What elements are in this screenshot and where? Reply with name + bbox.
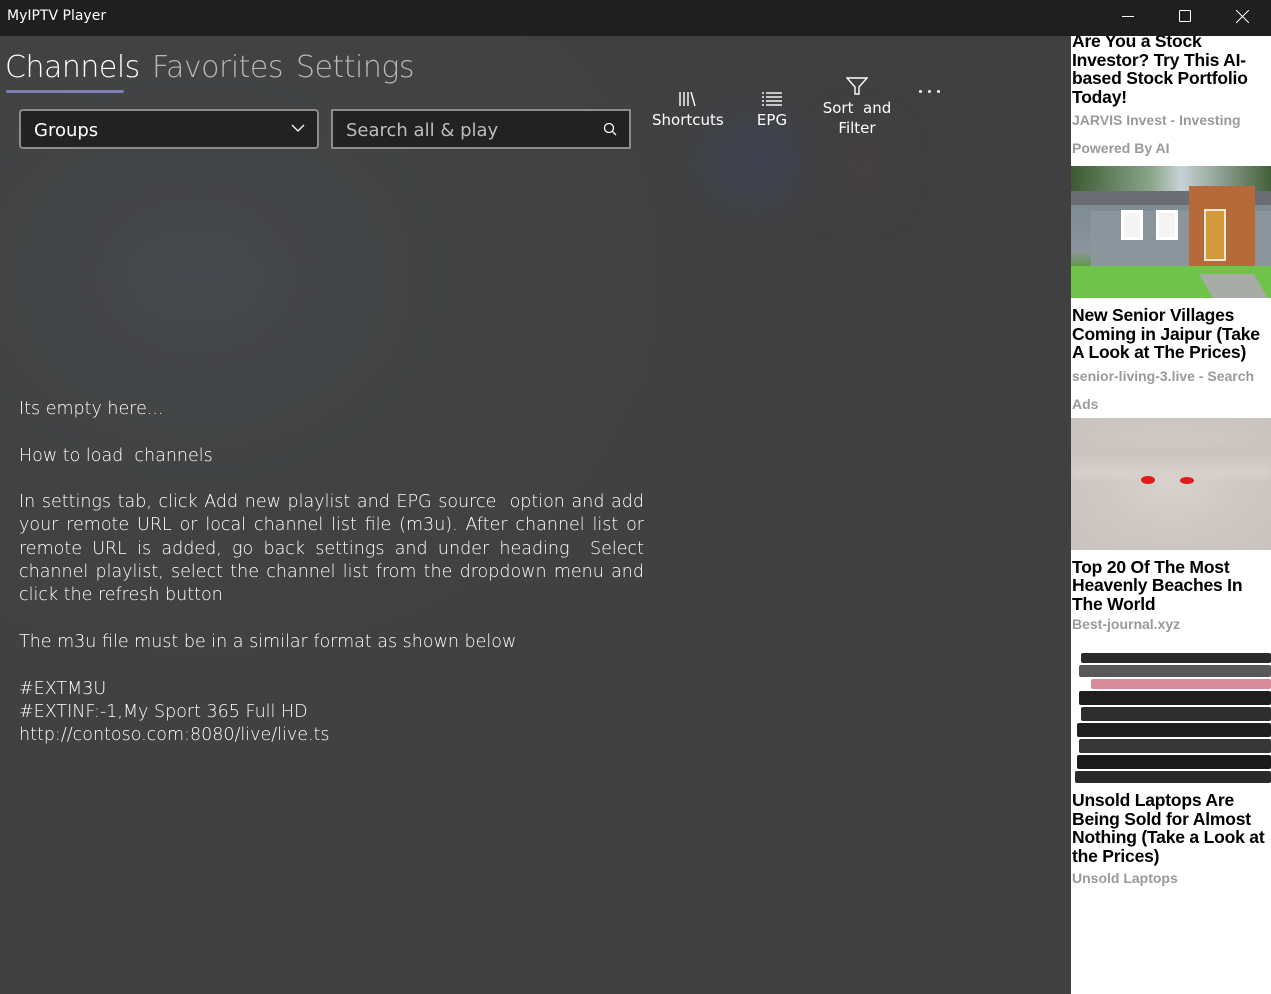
m3u-example: #EXTM3U #EXTINF:-1,My Sport 365 Full HD … (19, 678, 644, 748)
sort-filter-label-line1: Sort and (822, 99, 892, 117)
more-button[interactable] (912, 84, 946, 98)
epg-button[interactable]: EPG (744, 90, 800, 130)
filter-icon (846, 77, 868, 95)
window-title: MyIPTV Player (7, 8, 107, 24)
sort-filter-label-line2: Filter (838, 119, 876, 137)
ad-title: Are You a Stock Investor? Try This AI-ba… (1072, 36, 1248, 107)
minimize-button[interactable] (1100, 0, 1156, 32)
list-icon (762, 92, 782, 106)
how-to-heading: How to load channels (19, 445, 213, 466)
tab-favorites[interactable]: Favorites (152, 50, 284, 85)
shortcuts-label: Shortcuts (652, 111, 724, 129)
library-icon (679, 91, 696, 107)
format-note: The m3u file must be in a similar format… (19, 631, 517, 652)
ad-panel: Are You a Stock Investor? Try This AI-ba… (1071, 36, 1271, 994)
close-icon (1235, 9, 1249, 23)
maximize-button[interactable] (1157, 0, 1213, 32)
more-icon-dot (918, 89, 922, 93)
m3u-example-line: #EXTINF:-1,My Sport 365 Full HD (19, 701, 308, 722)
sort-filter-button[interactable]: Sort and Filter (820, 76, 894, 138)
ad-source: senior-living-3.live - Search Ads (1072, 367, 1255, 412)
active-tab-indicator (6, 90, 124, 93)
search-box[interactable] (331, 109, 631, 149)
background-blur (110, 216, 280, 336)
ad-extra: Powered By AI (1072, 140, 1170, 156)
ad-item[interactable]: Top 20 Of The Most Heavenly Beaches In T… (1071, 417, 1271, 636)
m3u-example-line: http://contoso.com:8080/live/live.ts (19, 725, 330, 746)
ad-title: Unsold Laptops Are Being Sold for Almost… (1072, 790, 1265, 866)
tab-channels[interactable]: Channels (5, 50, 140, 85)
title-bar: MyIPTV Player (0, 0, 1271, 36)
maximize-icon (1179, 10, 1191, 22)
background-blur (840, 136, 880, 196)
m3u-example-line: #EXTM3U (19, 678, 107, 699)
ad-source: JARVIS Invest - Investing (1072, 112, 1241, 128)
ad-source: Unsold Laptops (1072, 870, 1178, 886)
search-icon[interactable] (603, 122, 617, 136)
minimize-icon (1122, 16, 1134, 17)
empty-state: Its empty here... How to load channels I… (19, 398, 644, 747)
instructions-text: In settings tab, click Add new playlist … (19, 492, 650, 606)
groups-dropdown-value: Groups (34, 120, 99, 141)
ad-title: Top 20 Of The Most Heavenly Beaches In T… (1072, 556, 1243, 614)
beach-sand-photo (1071, 417, 1271, 550)
tab-settings[interactable]: Settings (296, 50, 415, 85)
ad-item[interactable]: Are You a Stock Investor? Try This AI-ba… (1071, 36, 1271, 162)
chevron-down-icon (291, 124, 305, 132)
close-button[interactable] (1214, 0, 1270, 32)
epg-label: EPG (756, 111, 788, 129)
ad-source: Best-journal.xyz (1072, 616, 1181, 632)
house-photo (1071, 166, 1271, 298)
ad-item[interactable]: New Senior Villages Coming in Jaipur (Ta… (1071, 166, 1271, 418)
groups-dropdown[interactable]: Groups (19, 109, 319, 149)
laptop-stack-photo (1071, 649, 1271, 783)
shortcuts-button[interactable]: Shortcuts (652, 90, 724, 130)
search-input[interactable] (346, 118, 586, 142)
app-content: Channels Favorites Settings Groups Short… (0, 36, 1071, 994)
ad-item[interactable]: Unsold Laptops Are Being Sold for Almost… (1071, 649, 1271, 891)
more-icon-dot (927, 89, 931, 93)
more-icon-dot (936, 89, 940, 93)
ad-title: New Senior Villages Coming in Jaipur (Ta… (1072, 305, 1260, 362)
empty-heading: Its empty here... (19, 399, 164, 419)
